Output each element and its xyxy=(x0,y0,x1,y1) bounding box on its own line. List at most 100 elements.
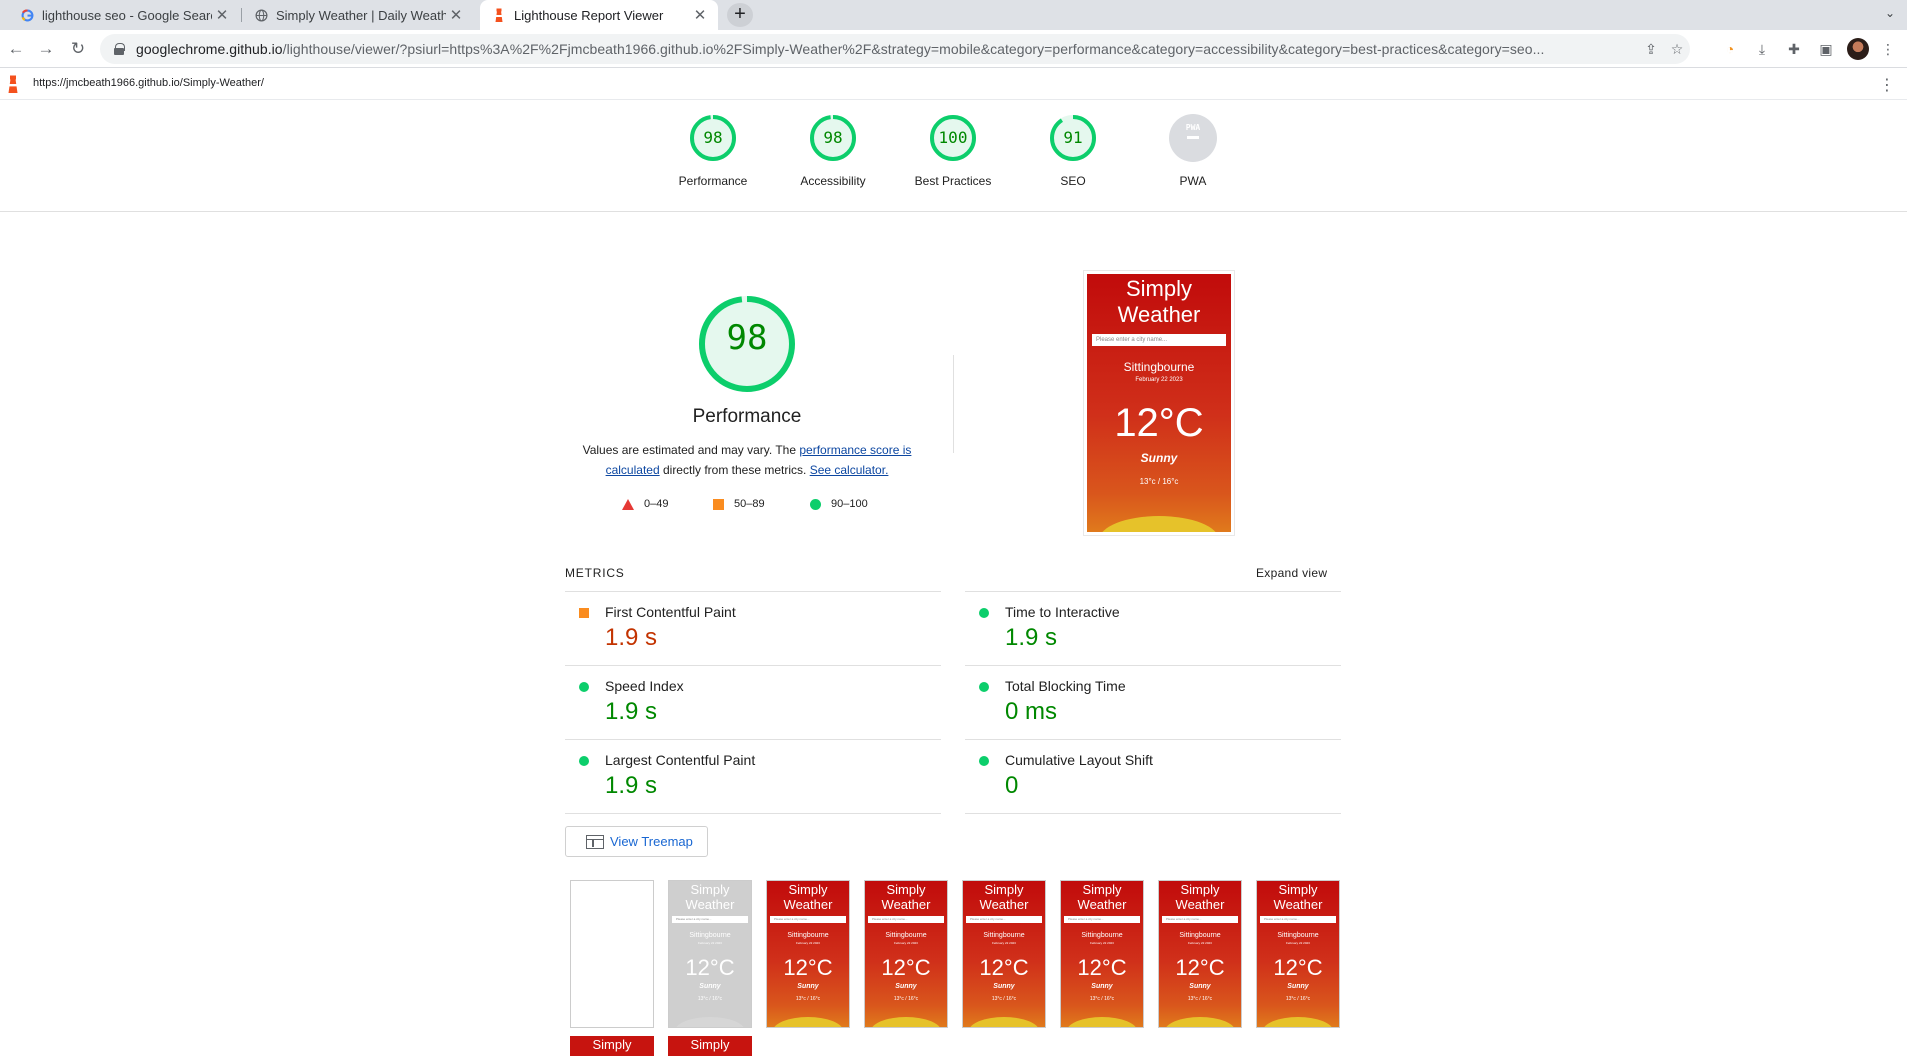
tab-search-icon[interactable]: ⌄ xyxy=(1881,6,1899,24)
gauge-label: Performance xyxy=(678,174,748,188)
frame-title: Simply Weather xyxy=(1077,882,1127,912)
frame-city: Sittingbourne xyxy=(1081,932,1123,939)
metric-largest-contentful-paint: Largest Contentful Paint 1.9 s xyxy=(565,739,941,813)
metric-time-to-interactive: Time to Interactive 1.9 s xyxy=(965,591,1341,665)
frame-temp: 12°C xyxy=(1273,955,1323,980)
frame-condition: Sunny xyxy=(699,983,721,990)
frame-range: 13°c / 16°c xyxy=(1187,996,1213,1002)
tab-title: Lighthouse Report Viewer xyxy=(514,7,664,23)
metric-value: 0 ms xyxy=(1005,698,1058,725)
metric-name: Speed Index xyxy=(605,678,684,694)
filmstrip-frame: Simply Weather Please enter a city name..… xyxy=(668,880,752,1028)
metric-value: 1.9 s xyxy=(605,772,658,799)
tab-simply-weather[interactable]: Simply Weather | Daily Weather ✕ xyxy=(242,0,474,30)
frame-title: Simply Weather xyxy=(979,882,1029,912)
gauge-ring xyxy=(1169,114,1217,162)
reload-icon[interactable]: ↻ xyxy=(68,39,88,59)
frame-title: Simply Weather xyxy=(783,882,833,912)
frame-temp: 12°C xyxy=(881,955,931,980)
gauge-accessibility[interactable]: 98 Accessibility xyxy=(783,113,883,188)
metric-value: 0 xyxy=(1005,772,1019,799)
frame-temp: 12°C xyxy=(1175,955,1225,980)
download-extension-icon[interactable]: ⤓ xyxy=(1752,39,1772,59)
tested-url[interactable]: https://jmcbeath1966.github.io/Simply-We… xyxy=(33,77,264,89)
frame-condition: Sunny xyxy=(895,983,917,990)
average-square-icon xyxy=(579,608,589,618)
gauge-seo[interactable]: 91 SEO xyxy=(1023,113,1123,188)
gauge-pwa[interactable]: PWA PWA xyxy=(1143,113,1243,188)
frame-condition: Sunny xyxy=(1189,983,1211,990)
sun-graphic xyxy=(871,1017,941,1027)
frame-date: February 22 2023 xyxy=(1090,941,1114,945)
gauge-score: 98 xyxy=(703,128,723,147)
pass-circle-icon xyxy=(579,682,589,692)
frame-screenshot: Simply Weather Please enter a city name..… xyxy=(963,881,1045,1027)
metric-cumulative-layout-shift: Cumulative Layout Shift 0 xyxy=(965,739,1341,813)
frame-screenshot: Simply Weather Please enter a city name..… xyxy=(1159,881,1241,1027)
report-menu-icon[interactable]: ⋮ xyxy=(1879,75,1895,95)
final-screenshot[interactable]: Simply Weather Please enter a city name.… xyxy=(1084,271,1234,535)
gauge-label: PWA xyxy=(1179,174,1207,188)
side-panel-icon[interactable]: ▣ xyxy=(1816,39,1836,59)
metric-total-blocking-time: Total Blocking Time 0 ms xyxy=(965,665,1341,739)
frame-date: February 22 2023 xyxy=(796,941,820,945)
share-icon[interactable]: ⇪ xyxy=(1638,36,1664,62)
extensions-puzzle-icon[interactable]: ✚ xyxy=(1784,39,1804,59)
frame-title: Simply Weather xyxy=(1273,882,1323,912)
performance-title: Performance xyxy=(692,406,802,427)
metrics-divider xyxy=(565,813,941,814)
frame-condition: Sunny xyxy=(993,983,1015,990)
frame-search-placeholder: Please enter a city name... xyxy=(672,916,748,923)
close-tab-icon[interactable]: ✕ xyxy=(446,6,466,24)
see-calculator-link[interactable]: See calculator. xyxy=(810,463,889,477)
address-bar[interactable]: googlechrome.github.io/lighthouse/viewer… xyxy=(100,34,1690,64)
metrics-heading: METRICS xyxy=(565,566,625,580)
gauge-performance[interactable]: 98 Performance xyxy=(663,113,763,188)
pass-circle-icon xyxy=(979,756,989,766)
metric-value: 1.9 s xyxy=(1005,624,1058,651)
frame-screenshot: Simply Weather Please enter a city name..… xyxy=(865,881,947,1027)
gauge-score: PWA xyxy=(1185,123,1201,132)
sun-graphic xyxy=(773,1017,843,1027)
view-treemap-button[interactable]: View Treemap xyxy=(565,826,708,857)
tab-lighthouse-viewer[interactable]: Lighthouse Report Viewer ✕ xyxy=(480,0,718,30)
back-arrow-icon[interactable]: ← xyxy=(6,39,26,59)
filmstrip-frame: Simply Weather Please enter a city name..… xyxy=(864,880,948,1028)
pass-circle-icon xyxy=(579,756,589,766)
sun-graphic xyxy=(1067,1017,1137,1027)
expand-view-toggle[interactable]: Expand view xyxy=(1256,566,1327,580)
browser-menu-icon[interactable]: ⋮ xyxy=(1878,39,1898,59)
gauge-label: Best Practices xyxy=(914,174,992,188)
report-topbar: https://jmcbeath1966.github.io/Simply-We… xyxy=(0,68,1907,100)
frame-screenshot: Simply Weather Please enter a city name..… xyxy=(767,881,849,1027)
sun-graphic xyxy=(969,1017,1039,1027)
frame-date: February 22 2023 xyxy=(1286,941,1310,945)
frame-range: 13°c / 16°c xyxy=(893,996,919,1002)
gauge-score: 100 xyxy=(938,128,968,147)
url-text[interactable]: googlechrome.github.io/lighthouse/viewer… xyxy=(136,41,1638,57)
frame-condition: Sunny xyxy=(797,983,819,990)
pwa-dash xyxy=(1187,136,1199,139)
browser-toolbar: ← → ↻ googlechrome.github.io/lighthouse/… xyxy=(0,30,1907,68)
forward-arrow-icon[interactable]: → xyxy=(36,39,56,59)
gauge-score: 91 xyxy=(1063,128,1083,147)
gauge-score: 98 xyxy=(823,128,843,147)
close-tab-icon[interactable]: ✕ xyxy=(690,6,710,24)
frame-temp: 12°C xyxy=(783,955,833,980)
extension-icon[interactable]: ◔ xyxy=(1720,39,1740,59)
gauge-best-practices[interactable]: 100 Best Practices xyxy=(903,113,1003,188)
tab-bar: lighthouse seo - Google Search ✕ Simply … xyxy=(0,0,1907,30)
lock-icon[interactable] xyxy=(114,43,125,55)
category-scores: 98 Performance 98 Accessibility 100 Best Prac… xyxy=(0,100,1907,212)
bookmark-star-icon[interactable]: ☆ xyxy=(1664,36,1690,62)
frame-date: February 22 2023 xyxy=(698,941,722,945)
frame-range: 13°c / 16°c xyxy=(697,996,723,1002)
filmstrip-frame: Simply Weather Please enter a city name..… xyxy=(766,880,850,1028)
frame-city: Sittingbourne xyxy=(885,932,927,939)
avatar[interactable] xyxy=(1847,38,1869,60)
tab-google-search[interactable]: lighthouse seo - Google Search ✕ xyxy=(8,0,240,30)
new-tab-button[interactable]: + xyxy=(727,3,753,27)
close-tab-icon[interactable]: ✕ xyxy=(212,6,232,24)
frame-city: Sittingbourne xyxy=(1179,932,1221,939)
google-icon xyxy=(20,8,34,22)
